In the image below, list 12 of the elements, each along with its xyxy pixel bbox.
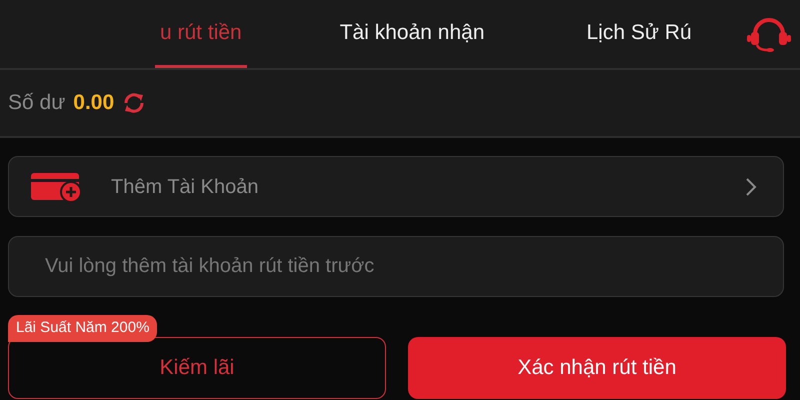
- add-card-icon: [31, 172, 83, 202]
- support-headset-icon[interactable]: [744, 16, 793, 52]
- account-input-field[interactable]: Vui lòng thêm tài khoản rút tiền trước: [8, 236, 784, 297]
- chevron-right-icon[interactable]: [745, 176, 757, 196]
- tab[interactable]: Tài khoản nhận: [334, 0, 490, 68]
- interest-rate-badge: Lãi Suất Năm 200%: [8, 315, 158, 342]
- confirm-withdraw-button[interactable]: Xác nhận rút tiền: [408, 336, 786, 398]
- balance-amount: 0.00: [73, 90, 114, 116]
- tab[interactable]: Lịch Sử Rú: [582, 0, 697, 68]
- balance-label: Số dư: [8, 90, 66, 116]
- earn-interest-button[interactable]: Kiếm lãi: [8, 336, 386, 398]
- refresh-icon[interactable]: [122, 91, 146, 115]
